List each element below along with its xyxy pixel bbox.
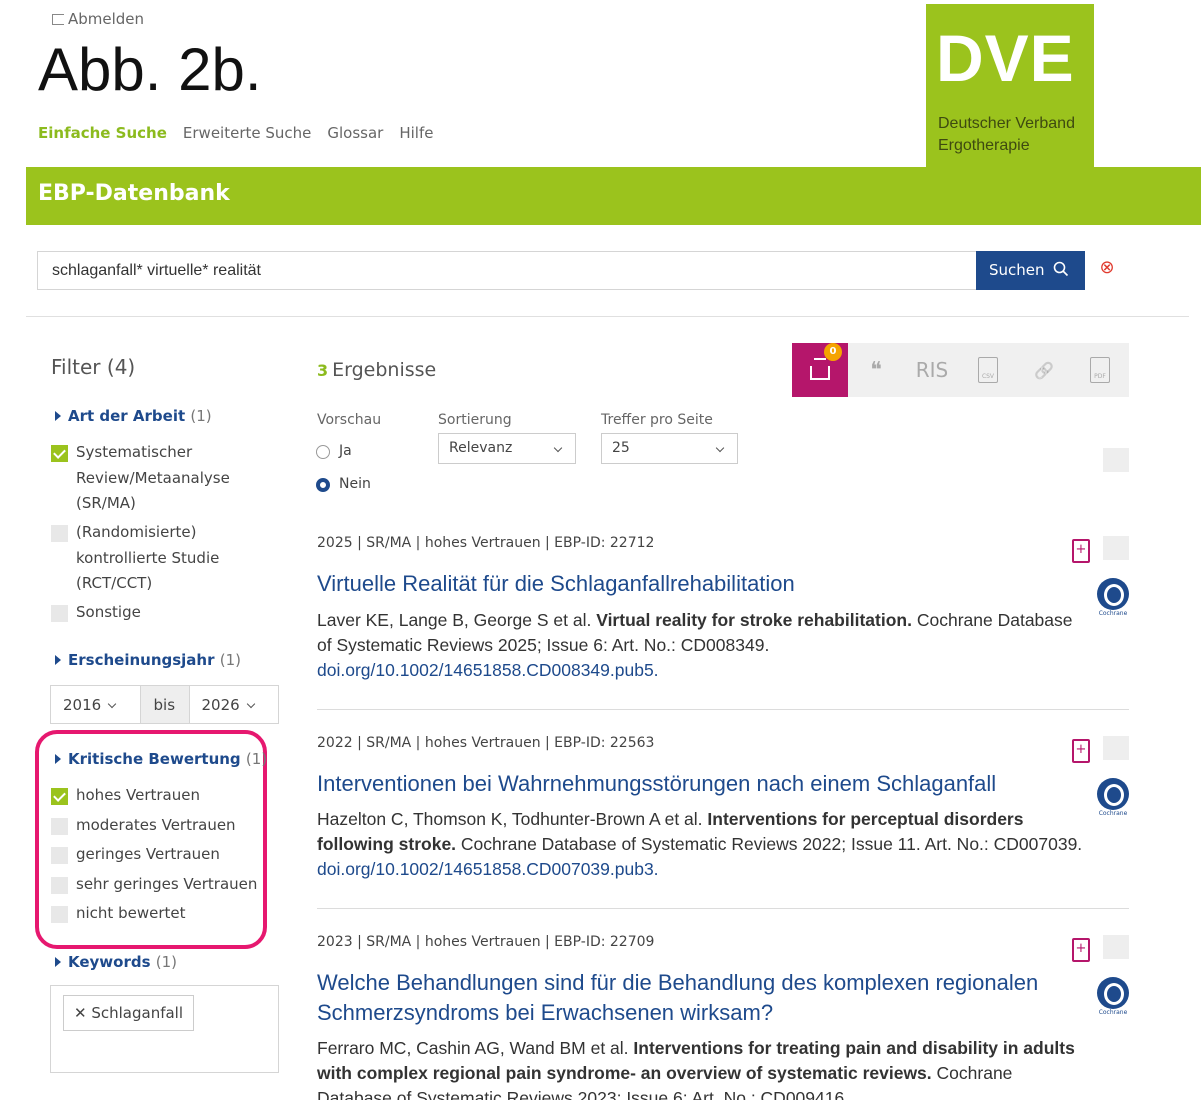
clear-search-icon[interactable]: ⊗	[1097, 258, 1117, 278]
checkbox-not-rated[interactable]	[51, 906, 68, 923]
result-title[interactable]: Interventionen bei Wahrnehmungsstörungen…	[317, 769, 1087, 799]
result-checkbox[interactable]	[1103, 736, 1129, 760]
select-all-checkbox[interactable]	[1103, 448, 1129, 472]
bookmark-add-icon[interactable]: +	[1072, 739, 1090, 763]
result-meta: 2025 | SR/MA | hohes Vertrauen | EBP-ID:…	[317, 535, 655, 551]
checkbox-label-moderate: moderates Vertrauen	[76, 816, 236, 834]
search-input[interactable]: schlaganfall* virtuelle* realität	[37, 251, 977, 290]
checkbox-other[interactable]	[51, 605, 68, 622]
export-toolbar: 0 ❝ RIS CSV 🔗 PDF	[792, 343, 1129, 397]
copy-link-button[interactable]: 🔗	[1016, 343, 1072, 397]
checkbox-label-not-rated: nicht bewertet	[76, 904, 186, 922]
result-title[interactable]: Virtuelle Realität für die Schlaganfallr…	[317, 569, 1087, 599]
pdf-file-icon: PDF	[1090, 357, 1110, 383]
result-citation: Ferraro MC, Cashin AG, Wand BM et al. In…	[317, 1038, 1075, 1100]
logout-link[interactable]: Abmelden	[52, 10, 144, 28]
collection-badge: 0	[824, 343, 842, 361]
nav-advanced-search[interactable]: Erweiterte Suche	[183, 124, 311, 142]
checkbox-label-sr-ma: Systematischer Review/Metaanalyse (SR/MA)	[76, 443, 230, 512]
keyword-tag[interactable]: ✕ Schlaganfall	[63, 995, 195, 1031]
chevron-down-icon	[107, 699, 117, 709]
preview-yes-radio[interactable]	[316, 445, 330, 459]
checkbox-sr-ma[interactable]	[51, 445, 68, 462]
figure-label: Abb. 2b.	[38, 36, 262, 103]
preview-no-label: Nein	[339, 476, 371, 492]
csv-file-icon: CSV	[978, 357, 998, 383]
checkbox-moderate-confidence[interactable]	[51, 818, 68, 835]
year-to-select[interactable]: 2026	[190, 686, 279, 723]
year-range: 2016 bis 2026	[50, 685, 279, 724]
search-icon	[1054, 261, 1069, 277]
nav-glossary[interactable]: Glossar	[327, 124, 383, 142]
result-meta: 2023 | SR/MA | hohes Vertrauen | EBP-ID:…	[317, 934, 655, 950]
search-button[interactable]: Suchen	[976, 251, 1085, 290]
per-page-select[interactable]: 25	[601, 433, 738, 464]
preview-label: Vorschau	[317, 412, 382, 428]
result-meta: 2022 | SR/MA | hohes Vertrauen | EBP-ID:…	[317, 735, 655, 751]
divider	[26, 316, 1189, 317]
csv-export-button[interactable]: CSV	[960, 343, 1016, 397]
filter-section-critical[interactable]: Kritische Bewertung (1)	[55, 750, 267, 768]
cochrane-logo-icon: Cochrane	[1096, 578, 1130, 617]
result-citation: Hazelton C, Thomson K, Todhunter-Brown A…	[317, 809, 1083, 879]
cite-button[interactable]: ❝	[848, 343, 904, 397]
caret-icon	[55, 411, 61, 421]
nav-help[interactable]: Hilfe	[399, 124, 433, 142]
caret-icon	[55, 957, 61, 967]
logo-text: Deutscher Verband Ergotherapie	[938, 115, 1075, 154]
sort-label: Sortierung	[438, 412, 512, 428]
result-citation: Laver KE, Lange B, George S et al. Virtu…	[317, 610, 1073, 680]
doi-link[interactable]: doi.org/10.1002/14651858.CD007039.pub3.	[317, 859, 659, 879]
nav-simple-search[interactable]: Einfache Suche	[38, 124, 167, 142]
checkbox-low-confidence[interactable]	[51, 847, 68, 864]
divider	[317, 709, 1129, 710]
filter-section-art[interactable]: Art der Arbeit (1)	[55, 407, 212, 425]
checkbox-label-low: geringes Vertrauen	[76, 845, 220, 863]
result-checkbox[interactable]	[1103, 935, 1129, 959]
checkbox-label-high: hohes Vertrauen	[76, 786, 200, 804]
result-checkbox[interactable]	[1103, 536, 1129, 560]
year-range-separator: bis	[139, 686, 190, 723]
filter-section-year[interactable]: Erscheinungsjahr (1)	[55, 651, 241, 669]
cochrane-logo-icon: Cochrane	[1096, 977, 1130, 1016]
result-title[interactable]: Welche Behandlungen sind für die Behandl…	[317, 968, 1087, 1028]
filter-title: Filter (4)	[51, 355, 136, 379]
ris-export-button[interactable]: RIS	[904, 343, 960, 397]
checkbox-very-low-confidence[interactable]	[51, 877, 68, 894]
bookmark-add-icon[interactable]: +	[1072, 938, 1090, 962]
chevron-down-icon	[246, 699, 255, 709]
divider	[317, 908, 1129, 909]
close-icon[interactable]: ✕	[74, 1004, 87, 1022]
preview-yes-label: Ja	[339, 443, 352, 459]
page-banner: EBP-Datenbank	[26, 167, 1201, 225]
sort-select[interactable]: Relevanz	[438, 433, 576, 464]
results-count: 3 Ergebnisse	[317, 359, 437, 381]
caret-icon	[55, 655, 61, 665]
tray-icon	[810, 358, 830, 380]
year-from-select[interactable]: 2016	[51, 686, 140, 723]
link-icon: 🔗	[1034, 360, 1054, 380]
checkbox-label-other: Sonstige	[76, 603, 141, 621]
per-page-label: Treffer pro Seite	[601, 412, 713, 428]
logo-acronym: DVE	[936, 21, 1075, 95]
dve-logo[interactable]: DVE Deutscher Verband Ergotherapie	[926, 4, 1094, 167]
quote-icon: ❝	[870, 357, 882, 383]
preview-no-radio[interactable]	[316, 478, 330, 492]
chevron-down-icon	[715, 443, 725, 453]
cochrane-logo-icon: Cochrane	[1096, 778, 1130, 817]
bookmark-add-icon[interactable]: +	[1072, 539, 1090, 563]
checkbox-rct[interactable]	[51, 525, 68, 542]
checkbox-high-confidence[interactable]	[51, 788, 68, 805]
checkbox-label-rct: (Randomisierte) kontrollierte Studie (RCT/…	[76, 523, 220, 592]
chevron-down-icon	[553, 443, 563, 453]
collection-tray-button[interactable]: 0	[792, 343, 848, 397]
logout-icon	[52, 14, 64, 25]
filter-section-keywords[interactable]: Keywords (1)	[55, 953, 177, 971]
checkbox-label-very-low: sehr geringes Vertrauen	[76, 875, 258, 893]
caret-icon	[55, 754, 61, 764]
pdf-export-button[interactable]: PDF	[1072, 343, 1128, 397]
doi-link[interactable]: doi.org/10.1002/14651858.CD008349.pub5.	[317, 660, 659, 680]
top-nav: Einfache Suche Erweiterte Suche Glossar …	[38, 124, 433, 142]
